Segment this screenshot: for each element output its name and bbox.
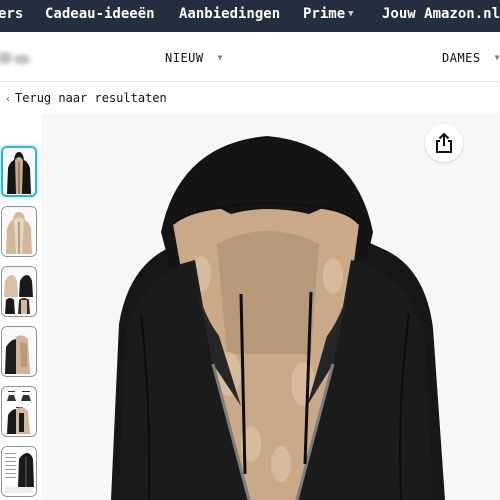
chevron-down-icon: ▼ [494, 53, 500, 62]
store-tab-women[interactable]: DAMES ▼ [442, 51, 500, 65]
thumbnail-5[interactable] [1, 386, 37, 437]
back-to-results-link[interactable]: ‹ Terug naar resultaten [5, 91, 167, 105]
share-icon [436, 133, 452, 153]
nav-item-prime[interactable]: Prime ▼ [303, 0, 354, 32]
share-button[interactable] [425, 124, 463, 162]
thumbnail-2[interactable] [1, 206, 37, 257]
store-logo[interactable] [0, 48, 30, 68]
main-product-image[interactable] [41, 114, 500, 500]
size-table-thumbnail-image [2, 447, 36, 496]
chevron-down-icon: ▼ [217, 53, 223, 62]
thumbnail-4[interactable] [1, 326, 37, 377]
top-navigation-bar: ers Cadeau-ideeën Aanbiedingen Prime ▼ Jo… [0, 0, 500, 32]
store-navigation-bar: NIEUW ▼ DAMES ▼ [0, 32, 500, 82]
hoodie-thumbnail-image [3, 148, 35, 195]
hoodie-thumbnail-image [2, 267, 36, 316]
thumbnail-3[interactable] [1, 266, 37, 317]
hoodie-thumbnail-image [2, 207, 36, 256]
nav-item-partial[interactable]: ers [0, 0, 23, 32]
thumbnail-6[interactable] [1, 446, 37, 497]
chevron-down-icon: ▼ [348, 9, 354, 19]
store-tab-new[interactable]: NIEUW ▼ [165, 51, 223, 65]
size-chart-thumbnail-image [2, 387, 36, 436]
thumbnail-1[interactable] [1, 146, 37, 197]
nav-item-gift-ideas[interactable]: Cadeau-ideeën [45, 0, 155, 32]
chevron-left-icon: ‹ [5, 94, 12, 105]
hoodie-product-image [41, 114, 500, 500]
nav-item-deals[interactable]: Aanbiedingen [179, 0, 280, 32]
nav-item-your-amazon[interactable]: Jouw Amazon.nl [382, 0, 500, 32]
hoodie-thumbnail-image [2, 327, 36, 376]
